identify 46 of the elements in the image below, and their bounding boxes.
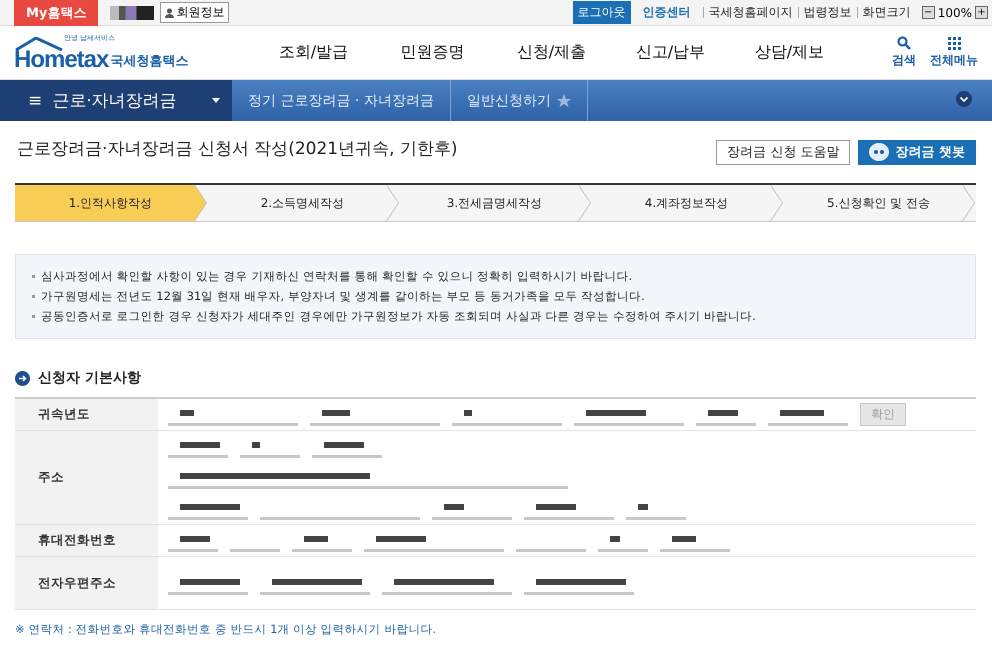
footnote-text: ※ 연락처 : 전화번호와 휴대전화번호 중 반드시 1개 이상 입력하시기 바랍니다. xyxy=(15,622,438,637)
breadcrumb-item[interactable]: 정기 근로장려금 · 자녀장려금 xyxy=(232,80,451,121)
top-link[interactable]: 법령정보 xyxy=(798,7,857,18)
member-info-button[interactable]: 회원정보 xyxy=(160,2,230,23)
search-button[interactable]: 검색 xyxy=(892,36,916,69)
field-label: 귀속년도 xyxy=(15,398,158,430)
main-menu-item[interactable]: 상담/제보 xyxy=(730,42,849,63)
progress-step[interactable]: 5.신청확인 및 전송 xyxy=(783,185,975,221)
caret-icon xyxy=(212,98,220,103)
service-logo xyxy=(110,6,154,20)
zoom-out-button[interactable]: − xyxy=(922,6,935,19)
breadcrumb-item[interactable]: 일반신청하기 xyxy=(450,80,588,121)
main-menu-item[interactable]: 민원증명 xyxy=(373,42,492,63)
grid-icon xyxy=(948,36,960,50)
person-icon xyxy=(165,8,174,18)
chatbot-button[interactable]: 장려금 챗봇 xyxy=(858,140,976,164)
my-hometax-button[interactable]: My홈택스 xyxy=(14,0,98,26)
favorite-star-icon[interactable] xyxy=(556,94,571,108)
progress-step[interactable]: 2.소득명세작성 xyxy=(207,185,399,221)
zoom-level: 100% xyxy=(938,6,972,20)
section-title: 신청자 기본사항 xyxy=(38,369,141,387)
notice-text: 가구원명세는 전년도 12월 31일 현재 배우자, 부양자녀 및 생계를 같이하는 부모 등 동거가족을 모두 작성합니다. xyxy=(41,289,645,304)
field-label: 전자우편주소 xyxy=(15,556,158,610)
notice-text: 심사과정에서 확인할 사항이 있는 경우 기재하신 연락처를 통해 확인할 수 있으니 정확히 입력하시기 바랍니다. xyxy=(41,269,632,284)
main-menu-item[interactable]: 조회/발급 xyxy=(254,42,373,63)
notice-text: 공동인증서로 로그인한 경우 신청자가 세대주인 경우에만 가구원정보가 자동 조회되며 사실과 다른 경우는 수정하여 주시기 바랍니다. xyxy=(41,309,756,324)
arrow-circle-icon xyxy=(15,370,30,386)
help-button[interactable]: 장려금 신청 도움말 xyxy=(716,140,850,164)
field-label: 주소 xyxy=(15,430,158,524)
breadcrumb-menu-button[interactable]: ≡ 근로·자녀장려금 xyxy=(0,80,232,121)
expand-icon[interactable] xyxy=(956,90,972,106)
top-link[interactable]: 국세청홈페이지 xyxy=(702,7,798,18)
progress-step[interactable]: 4.계좌정보작성 xyxy=(591,185,783,221)
main-menu-item[interactable]: 신고/납부 xyxy=(611,42,730,63)
zoom-in-button[interactable]: + xyxy=(975,6,988,19)
field-label: 휴대전화번호 xyxy=(15,524,158,556)
all-menu-button[interactable]: 전체메뉴 xyxy=(930,36,978,68)
progress-step[interactable]: 1.인적사항작성 xyxy=(15,185,207,221)
progress-step[interactable]: 3.전세금명세작성 xyxy=(399,185,591,221)
top-link[interactable]: 화면크기 xyxy=(856,7,916,18)
page-title: 근로장려금·자녀장려금 신청서 작성(2021년귀속, 기한후) xyxy=(17,138,459,160)
main-menu-item[interactable]: 신청/제출 xyxy=(492,42,611,63)
cert-center-link[interactable]: 인증센터 xyxy=(642,4,691,21)
chatbot-icon xyxy=(869,143,890,161)
search-icon xyxy=(897,36,911,50)
logout-button[interactable]: 로그아웃 xyxy=(572,1,631,24)
